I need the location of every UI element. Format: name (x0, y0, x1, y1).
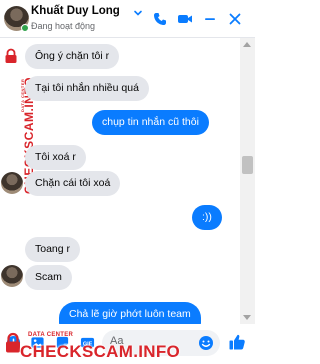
watermark-big: CHECKSCAM.INFO (20, 342, 181, 361)
avatar[interactable] (1, 172, 23, 194)
online-status-dot (21, 24, 29, 32)
message-incoming: Ông ý chặn tôi r (25, 44, 120, 69)
message-outgoing: chụp tin nhắn cũ thôi (92, 110, 209, 135)
scroll-up-arrow-icon[interactable] (243, 42, 251, 47)
close-icon[interactable] (227, 11, 243, 27)
message-incoming: Chặn cái tôi xoá (25, 171, 121, 196)
watermark-bottom: DATA CENTER CHECKSCAM.INFO (0, 330, 180, 364)
lock-icon (5, 48, 17, 63)
contact-name[interactable]: Khuất Duy Long (31, 5, 120, 17)
scroll-down-arrow-icon[interactable] (243, 315, 251, 320)
message-incoming: Tại tôi nhắn nhiều quá (25, 76, 149, 101)
chevron-down-icon[interactable] (133, 8, 143, 18)
scrollbar[interactable] (240, 38, 255, 324)
watermark-small: DATA CENTER (28, 332, 74, 338)
like-icon[interactable] (228, 333, 246, 351)
active-status: Đang hoạt động (31, 21, 96, 31)
message-incoming: Scam (25, 265, 72, 290)
chat-header: Khuất Duy Long Đang hoạt động (0, 0, 255, 38)
emoji-icon[interactable] (198, 335, 214, 351)
message-incoming: Toang r (25, 237, 81, 262)
message-outgoing: :)) (192, 205, 222, 230)
scroll-thumb[interactable] (242, 156, 253, 174)
minimize-icon[interactable] (202, 11, 218, 27)
phone-icon[interactable] (152, 11, 168, 27)
message-incoming: Tôi xoá r (25, 145, 86, 170)
video-icon[interactable] (177, 11, 193, 27)
avatar[interactable] (1, 265, 23, 287)
